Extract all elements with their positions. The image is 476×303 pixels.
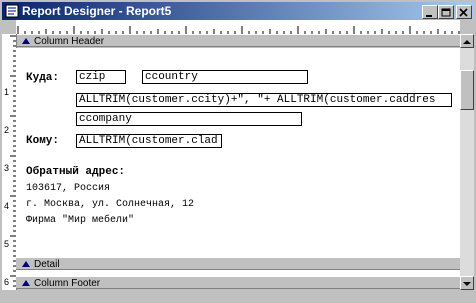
vertical-scroll-thumb[interactable] (460, 70, 474, 110)
column-footer-band[interactable]: Column Footer (16, 276, 460, 289)
return-address-line-3: Фирма "Мир мебели" (26, 215, 135, 226)
horizontal-ruler-ticks (17, 26, 460, 34)
report-canvas[interactable]: Куда: czip ccountry ALLTRIM(customer.cci… (16, 48, 460, 257)
ccountry-field[interactable]: ccountry (142, 70, 308, 84)
maximize-icon (441, 8, 451, 17)
scroll-down-button[interactable] (460, 276, 474, 290)
ruler-number: 3 (4, 163, 9, 173)
minimize-button[interactable] (422, 5, 438, 19)
report-designer-window: Report Designer - Report5 Column Header … (0, 0, 476, 303)
czip-field[interactable]: czip (76, 70, 126, 84)
ruler-number: 2 (4, 125, 9, 135)
close-button[interactable] (456, 5, 472, 19)
return-address-title: Обратный адрес: (26, 166, 126, 178)
whom-label: Кому: (26, 135, 60, 147)
arrow-down-icon (463, 282, 471, 286)
window-title: Report Designer - Report5 (22, 4, 172, 18)
column-header-label: Column Header (34, 36, 105, 47)
return-address-line-2: г. Москва, ул. Солнечная, 12 (26, 199, 195, 210)
ruler-number: 6 (4, 277, 9, 287)
vertical-ruler: 1 2 3 4 5 6 (2, 34, 17, 290)
minimize-icon (426, 15, 432, 17)
horizontal-ruler (16, 20, 460, 35)
close-icon (459, 8, 468, 17)
ruler-number: 4 (4, 201, 9, 211)
return-address-line-1: 103617, Россия (26, 183, 111, 194)
band-marker-icon (22, 261, 30, 267)
report-designer-icon (5, 4, 19, 18)
ruler-number: 5 (4, 239, 9, 249)
ccompany-field[interactable]: ccompany (76, 112, 302, 126)
vertical-ruler-ticks: 1 2 3 4 5 6 (4, 35, 16, 287)
column-footer-label: Column Footer (34, 278, 101, 289)
city-address-field[interactable]: ALLTRIM(customer.ccity)+", "+ ALLTRIM(cu… (76, 93, 452, 107)
detail-band[interactable]: Detail (16, 257, 460, 270)
ruler-corner (2, 20, 16, 34)
maximize-button[interactable] (438, 5, 454, 19)
arrow-up-icon (463, 40, 471, 44)
clad-field[interactable]: ALLTRIM(customer.clad (76, 134, 222, 148)
detail-label: Detail (34, 259, 60, 270)
scroll-up-button[interactable] (460, 34, 474, 48)
to-label: Куда: (26, 72, 60, 84)
column-header-band[interactable]: Column Header (16, 34, 460, 47)
ruler-number: 1 (4, 87, 9, 97)
horizontal-scrollbar[interactable] (2, 290, 474, 301)
band-marker-icon (22, 280, 30, 286)
band-marker-icon (22, 38, 30, 44)
title-bar[interactable]: Report Designer - Report5 (2, 2, 474, 20)
vertical-scrollbar[interactable] (460, 34, 474, 290)
